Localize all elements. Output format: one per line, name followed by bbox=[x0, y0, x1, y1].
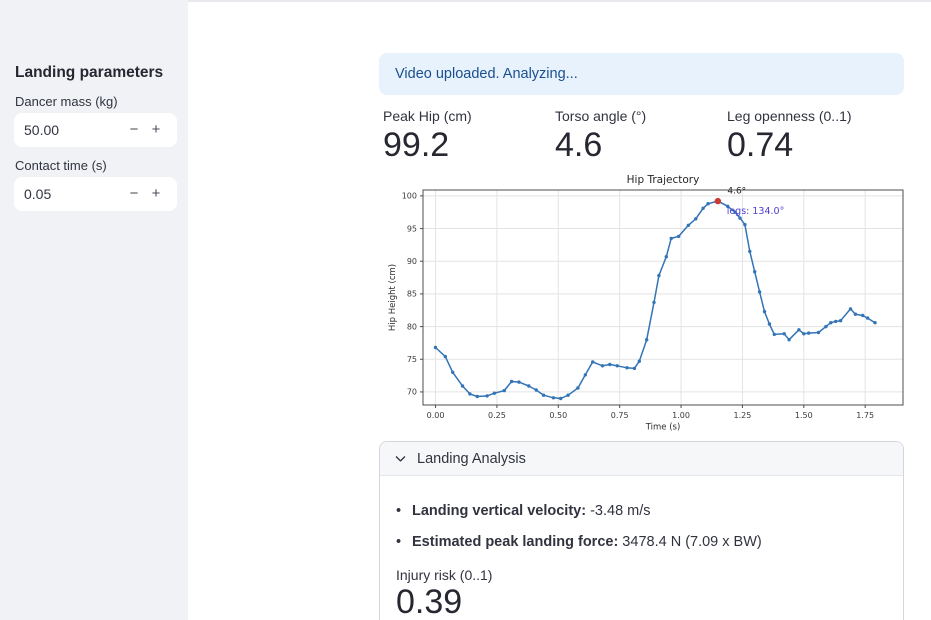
metric-torso-angle-label: Torso angle (°) bbox=[555, 107, 731, 125]
metric-peak-hip-label: Peak Hip (cm) bbox=[383, 107, 559, 125]
svg-text:85: 85 bbox=[407, 290, 417, 299]
dancer-mass-label: Dancer mass (kg) bbox=[15, 94, 118, 109]
metric-torso-angle: Torso angle (°) 4.6 bbox=[555, 107, 731, 165]
list-item: • Estimated peak landing force: 3478.4 N… bbox=[396, 532, 887, 552]
svg-text:1.75: 1.75 bbox=[856, 411, 874, 420]
dancer-mass-stepper: − + bbox=[14, 113, 177, 147]
contact-time-label: Contact time (s) bbox=[15, 158, 107, 173]
svg-text:0.75: 0.75 bbox=[611, 411, 629, 420]
metric-peak-hip-value: 99.2 bbox=[383, 125, 559, 165]
metric-leg-openness: Leg openness (0..1) 0.74 bbox=[727, 107, 903, 165]
svg-text:4.6°: 4.6° bbox=[727, 187, 746, 197]
svg-text:0.00: 0.00 bbox=[427, 411, 445, 420]
expander-title: Landing Analysis bbox=[417, 451, 526, 467]
injury-risk-value: 0.39 bbox=[396, 583, 887, 620]
injury-risk-label: Injury risk (0..1) bbox=[396, 567, 887, 583]
svg-text:70: 70 bbox=[407, 388, 417, 397]
bullet-icon: • bbox=[396, 532, 412, 552]
metric-peak-hip: Peak Hip (cm) 99.2 bbox=[383, 107, 559, 165]
sidebar-title: Landing parameters bbox=[15, 64, 163, 82]
sidebar: Landing parameters Dancer mass (kg) − + … bbox=[0, 0, 188, 620]
svg-text:1.50: 1.50 bbox=[795, 411, 813, 420]
velocity-value: -3.48 m/s bbox=[586, 503, 650, 519]
force-label: Estimated peak landing force: bbox=[412, 534, 618, 550]
metric-leg-openness-value: 0.74 bbox=[727, 125, 903, 165]
expander-body: • Landing vertical velocity: -3.48 m/s •… bbox=[380, 476, 903, 620]
svg-text:100: 100 bbox=[402, 192, 417, 201]
contact-time-input[interactable] bbox=[24, 186, 123, 202]
contact-time-stepper: − + bbox=[14, 177, 177, 211]
svg-text:75: 75 bbox=[407, 355, 417, 364]
contact-time-increment-button[interactable]: + bbox=[145, 177, 167, 211]
dancer-mass-increment-button[interactable]: + bbox=[145, 113, 167, 147]
info-banner: Video uploaded. Analyzing... bbox=[379, 53, 904, 95]
svg-text:legs: 134.0°: legs: 134.0° bbox=[727, 206, 785, 217]
dancer-mass-input[interactable] bbox=[24, 122, 123, 138]
svg-text:90: 90 bbox=[407, 257, 417, 266]
app-root: Landing parameters Dancer mass (kg) − + … bbox=[0, 0, 931, 620]
landing-analysis-expander-header[interactable]: Landing Analysis bbox=[380, 442, 903, 476]
velocity-label: Landing vertical velocity: bbox=[412, 503, 586, 519]
svg-text:1.00: 1.00 bbox=[672, 411, 690, 420]
metric-torso-angle-value: 4.6 bbox=[555, 125, 731, 165]
svg-text:1.25: 1.25 bbox=[734, 411, 752, 420]
force-value: 3478.4 N (7.09 x BW) bbox=[618, 534, 761, 550]
svg-text:0.50: 0.50 bbox=[549, 411, 567, 420]
metric-leg-openness-label: Leg openness (0..1) bbox=[727, 107, 903, 125]
svg-text:95: 95 bbox=[407, 224, 417, 233]
svg-text:Hip Trajectory: Hip Trajectory bbox=[627, 174, 700, 186]
landing-analysis-expander: Landing Analysis • Landing vertical velo… bbox=[379, 441, 904, 620]
chevron-down-icon bbox=[394, 452, 407, 465]
svg-text:0.25: 0.25 bbox=[488, 411, 506, 420]
svg-text:Hip Height (cm): Hip Height (cm) bbox=[388, 264, 398, 331]
list-item: • Landing vertical velocity: -3.48 m/s bbox=[396, 501, 887, 521]
contact-time-decrement-button[interactable]: − bbox=[123, 177, 145, 211]
svg-text:Time (s): Time (s) bbox=[645, 423, 681, 433]
svg-text:80: 80 bbox=[407, 322, 417, 331]
info-banner-text: Video uploaded. Analyzing... bbox=[395, 66, 578, 82]
dancer-mass-decrement-button[interactable]: − bbox=[123, 113, 145, 147]
hip-trajectory-chart: 4.6° legs: 134.0° 0.00 0.25 0.50 0.75 1.00 1.25… bbox=[385, 172, 905, 434]
bullet-icon: • bbox=[396, 501, 412, 521]
